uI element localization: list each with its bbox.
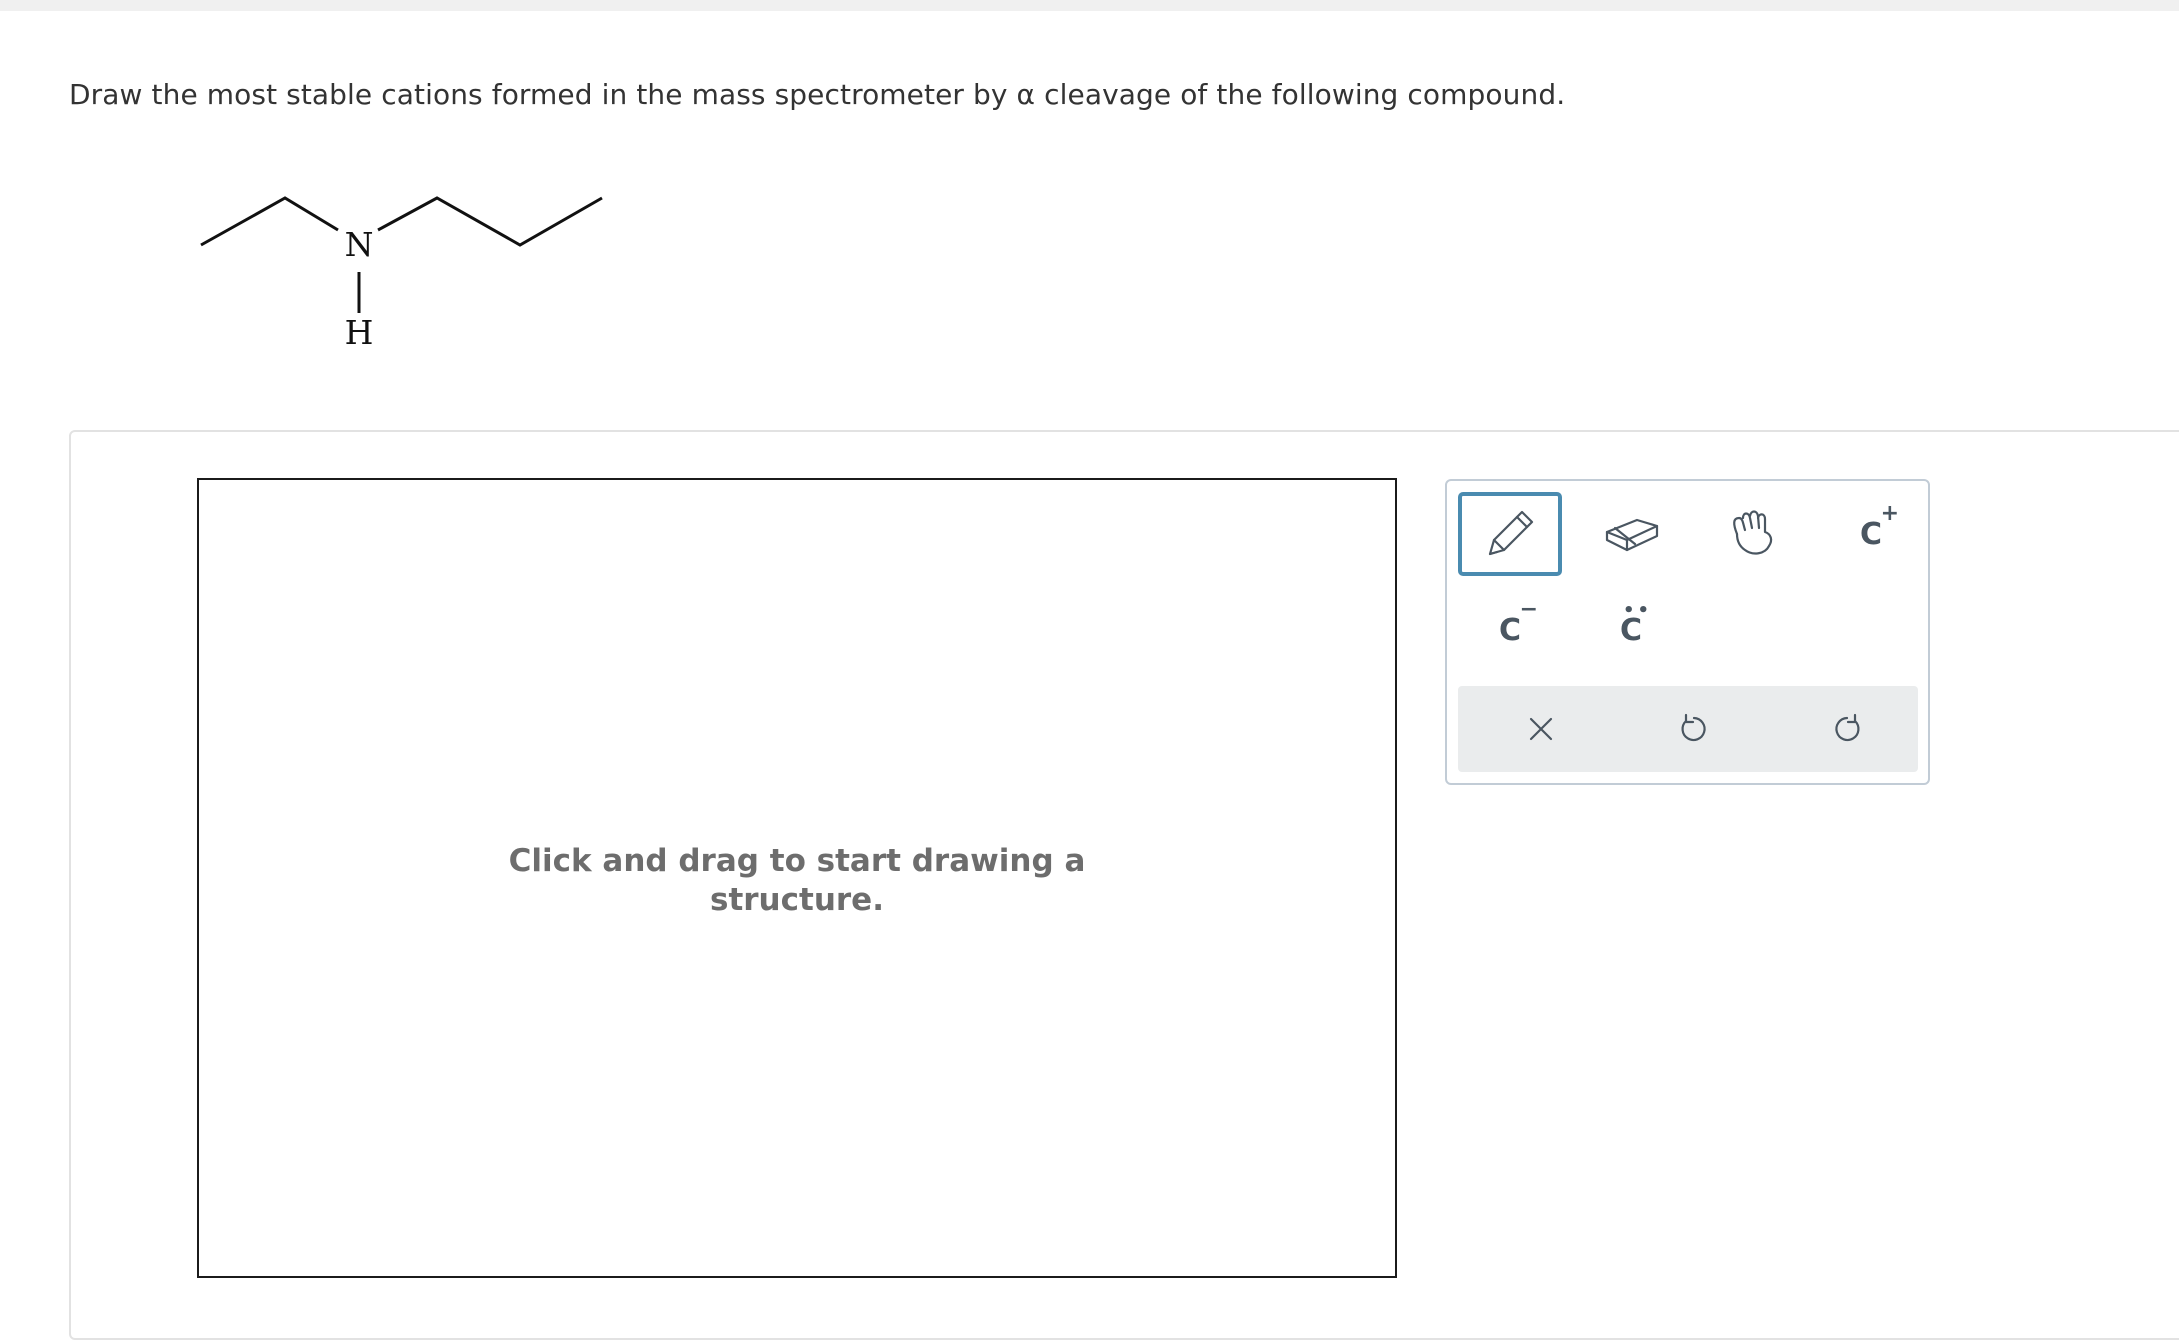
drawing-toolbar: C + C − •• C [1445, 479, 1930, 785]
eraser-tool[interactable] [1579, 492, 1683, 576]
move-tool[interactable] [1701, 492, 1805, 576]
question-text: Draw the most stable cations formed in t… [69, 78, 1566, 111]
redo-button[interactable] [1802, 686, 1892, 772]
hydrogen-atom: H [345, 313, 374, 352]
lone-pair-dots: •• [1622, 599, 1652, 621]
drawing-canvas[interactable]: Click and drag to start drawing a struct… [197, 478, 1397, 1278]
negative-charge-tool[interactable]: C − [1458, 588, 1562, 672]
hand-icon [1733, 510, 1773, 555]
positive-charge-tool[interactable]: C + [1819, 492, 1923, 576]
undo-icon [1681, 713, 1706, 742]
clear-button[interactable] [1496, 686, 1586, 772]
ethyl-chain-bond [377, 196, 603, 247]
redo-icon [1835, 713, 1860, 742]
pencil-icon [1488, 510, 1534, 556]
nitrogen-atom: N [345, 225, 374, 264]
canvas-hint: Click and drag to start drawing a struct… [508, 843, 1086, 918]
minus-sign: − [1519, 596, 1539, 622]
top-strip [0, 0, 2179, 11]
carbon-label: C [1498, 612, 1522, 648]
compound-structure: N H [200, 196, 603, 352]
pencil-tool[interactable] [1458, 492, 1562, 576]
plus-sign: + [1880, 500, 1900, 526]
action-bar [1458, 686, 1918, 772]
lone-pair-tool[interactable]: •• C [1579, 588, 1683, 672]
carbon-label: C [1859, 516, 1883, 552]
close-icon [1529, 717, 1553, 741]
propyl-chain-bond [200, 196, 339, 247]
undo-button[interactable] [1649, 686, 1739, 772]
eraser-icon [1605, 518, 1659, 552]
